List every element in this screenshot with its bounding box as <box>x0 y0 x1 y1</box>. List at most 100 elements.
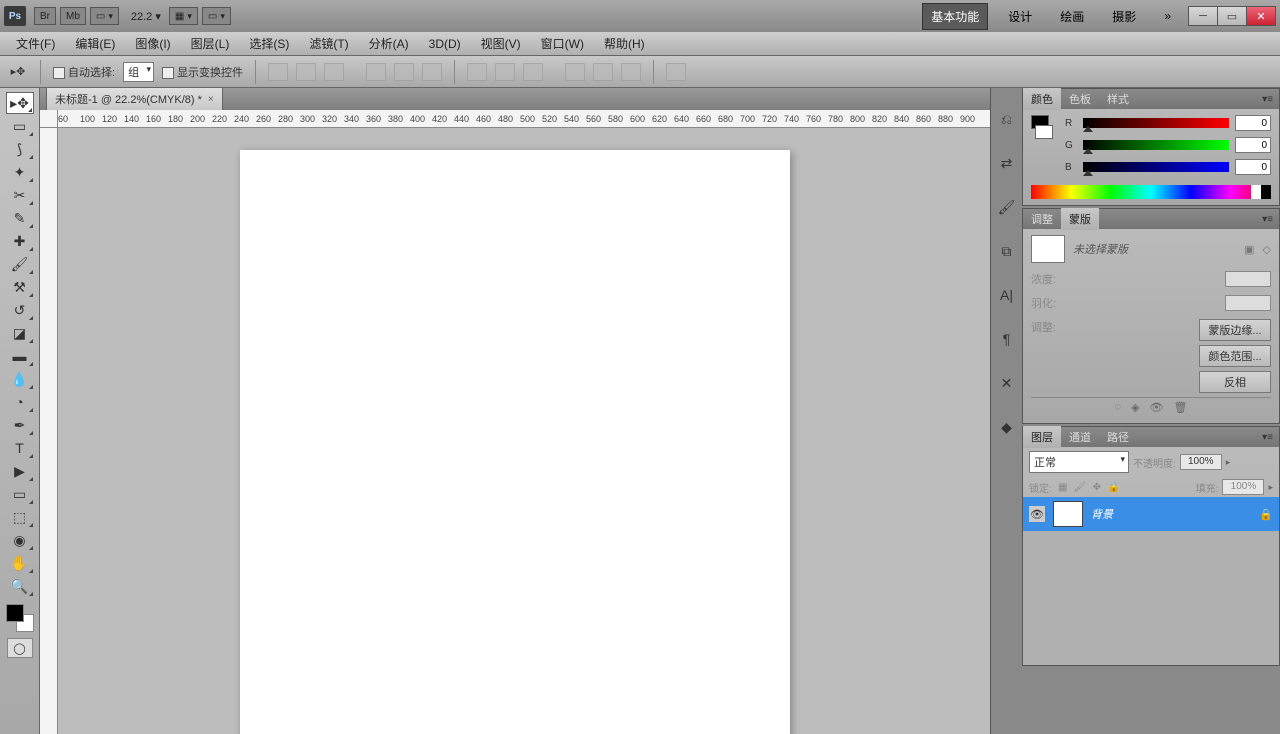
invert-button[interactable]: 反相 <box>1199 371 1271 393</box>
menu-image[interactable]: 图像(I) <box>125 32 180 55</box>
paragraph-panel-icon[interactable]: ¶ <box>996 328 1018 350</box>
menu-analysis[interactable]: 分析(A) <box>359 32 419 55</box>
menu-filter[interactable]: 滤镜(T) <box>299 32 358 55</box>
color-range-button[interactable]: 颜色范围... <box>1199 345 1271 367</box>
canvas[interactable] <box>240 150 790 734</box>
color-swatches[interactable] <box>6 604 34 632</box>
brush-panel-icon[interactable]: 🖌 <box>996 196 1018 218</box>
show-transform-checkbox[interactable]: 显示变换控件 <box>162 64 243 80</box>
distribute-bottom-button[interactable] <box>523 63 543 81</box>
close-tab-icon[interactable]: × <box>208 94 214 105</box>
minibridge-button[interactable]: Mb <box>60 7 86 25</box>
tab-paths[interactable]: 路径 <box>1099 426 1137 448</box>
auto-select-checkbox[interactable]: 自动选择: <box>53 64 115 80</box>
lock-transparency-icon[interactable]: ▦ <box>1056 480 1070 494</box>
actions-panel-icon[interactable]: ⇄ <box>996 152 1018 174</box>
workspace-essentials[interactable]: 基本功能 <box>922 3 988 30</box>
fill-flyout-icon[interactable]: ▸ <box>1268 482 1273 493</box>
character-panel-icon[interactable]: A| <box>996 284 1018 306</box>
layer-row-background[interactable]: 👁 背景 🔒 <box>1023 497 1279 531</box>
menu-select[interactable]: 选择(S) <box>239 32 299 55</box>
menu-layer[interactable]: 图层(L) <box>181 32 240 55</box>
menu-file[interactable]: 文件(F) <box>6 32 65 55</box>
tab-masks[interactable]: 蒙版 <box>1061 208 1099 230</box>
color-spectrum[interactable] <box>1031 185 1271 199</box>
move-tool[interactable]: ▸✥ <box>6 92 34 114</box>
menu-help[interactable]: 帮助(H) <box>594 32 655 55</box>
dodge-tool[interactable]: ◔ <box>6 391 34 413</box>
navigator-panel-icon[interactable]: ◆ <box>996 416 1018 438</box>
opacity-flyout-icon[interactable]: ▸ <box>1226 457 1231 468</box>
document-tab[interactable]: 未标题-1 @ 22.2%(CMYK/8) * × <box>46 87 223 110</box>
workspace-painting[interactable]: 绘画 <box>1052 4 1092 29</box>
b-input[interactable] <box>1235 159 1271 175</box>
tab-layers[interactable]: 图层 <box>1023 426 1061 448</box>
gradient-tool[interactable]: ▬ <box>6 345 34 367</box>
workspace-photography[interactable]: 摄影 <box>1104 4 1144 29</box>
minimize-button[interactable]: ─ <box>1188 6 1218 26</box>
delete-mask-icon[interactable]: 🗑 <box>1174 401 1188 414</box>
blend-mode-dropdown[interactable]: 正常 <box>1029 451 1129 473</box>
tools-panel-icon[interactable]: ✕ <box>996 372 1018 394</box>
distribute-right-button[interactable] <box>621 63 641 81</box>
align-top-button[interactable] <box>268 63 288 81</box>
align-right-button[interactable] <box>422 63 442 81</box>
maximize-button[interactable]: ▭ <box>1217 6 1247 26</box>
tab-swatches[interactable]: 色板 <box>1061 88 1099 110</box>
extras-button[interactable]: ▭ <box>202 7 231 25</box>
lock-all-icon[interactable]: 🔒 <box>1107 480 1121 494</box>
hand-tool[interactable]: ✋ <box>6 552 34 574</box>
apply-mask-icon[interactable]: ◈ <box>1131 401 1139 414</box>
eyedropper-tool[interactable]: ✎ <box>6 207 34 229</box>
type-tool[interactable]: T <box>6 437 34 459</box>
distribute-vcenter-button[interactable] <box>495 63 515 81</box>
ruler-origin[interactable] <box>40 110 58 128</box>
distribute-top-button[interactable] <box>467 63 487 81</box>
fg-bg-preview[interactable] <box>1031 115 1053 181</box>
align-left-button[interactable] <box>366 63 386 81</box>
visibility-toggle-icon[interactable]: 👁 <box>1029 506 1045 522</box>
brush-tool[interactable]: 🖌 <box>6 253 34 275</box>
close-button[interactable]: ✕ <box>1246 6 1276 26</box>
shape-tool[interactable]: ▭ <box>6 483 34 505</box>
path-select-tool[interactable]: ▶ <box>6 460 34 482</box>
tab-adjustments[interactable]: 调整 <box>1023 208 1061 230</box>
opacity-input[interactable]: 100% <box>1180 454 1222 470</box>
load-selection-icon[interactable]: ◌ <box>1115 401 1122 414</box>
fill-input[interactable]: 100% <box>1222 479 1264 495</box>
marquee-tool[interactable]: ▭ <box>6 115 34 137</box>
3d-camera-tool[interactable]: ◉ <box>6 529 34 551</box>
pen-tool[interactable]: ✒ <box>6 414 34 436</box>
screen-mode-button[interactable]: ▭ <box>90 7 119 25</box>
menu-3d[interactable]: 3D(D) <box>419 34 471 54</box>
tab-channels[interactable]: 通道 <box>1061 426 1099 448</box>
history-brush-tool[interactable]: ↺ <box>6 299 34 321</box>
menu-window[interactable]: 窗口(W) <box>531 32 594 55</box>
menu-view[interactable]: 视图(V) <box>471 32 531 55</box>
vertical-ruler[interactable] <box>40 128 58 734</box>
menu-edit[interactable]: 编辑(E) <box>65 32 125 55</box>
bridge-button[interactable]: Br <box>34 7 56 25</box>
quick-mask-button[interactable]: ◯ <box>7 638 33 658</box>
history-panel-icon[interactable]: ⎌ <box>996 108 1018 130</box>
3d-tool[interactable]: ⬚ <box>6 506 34 528</box>
b-slider[interactable] <box>1083 162 1229 172</box>
r-input[interactable] <box>1235 115 1271 131</box>
vector-mask-icon[interactable]: ◇ <box>1263 243 1271 256</box>
workspace-more-icon[interactable]: » <box>1156 5 1179 27</box>
distribute-left-button[interactable] <box>565 63 585 81</box>
feather-input[interactable] <box>1225 295 1271 311</box>
tab-color[interactable]: 颜色 <box>1023 88 1061 110</box>
mask-panel-menu-icon[interactable]: ▾≡ <box>1256 214 1279 225</box>
eraser-tool[interactable]: ◪ <box>6 322 34 344</box>
layers-panel-menu-icon[interactable]: ▾≡ <box>1256 432 1279 443</box>
density-input[interactable] <box>1225 271 1271 287</box>
quick-select-tool[interactable]: ✦ <box>6 161 34 183</box>
crop-tool[interactable]: ✂ <box>6 184 34 206</box>
auto-select-dropdown[interactable]: 组 <box>123 62 154 82</box>
distribute-hcenter-button[interactable] <box>593 63 613 81</box>
healing-tool[interactable]: ✚ <box>6 230 34 252</box>
lasso-tool[interactable]: ⟆ <box>6 138 34 160</box>
align-hcenter-button[interactable] <box>394 63 414 81</box>
blur-tool[interactable]: 💧 <box>6 368 34 390</box>
